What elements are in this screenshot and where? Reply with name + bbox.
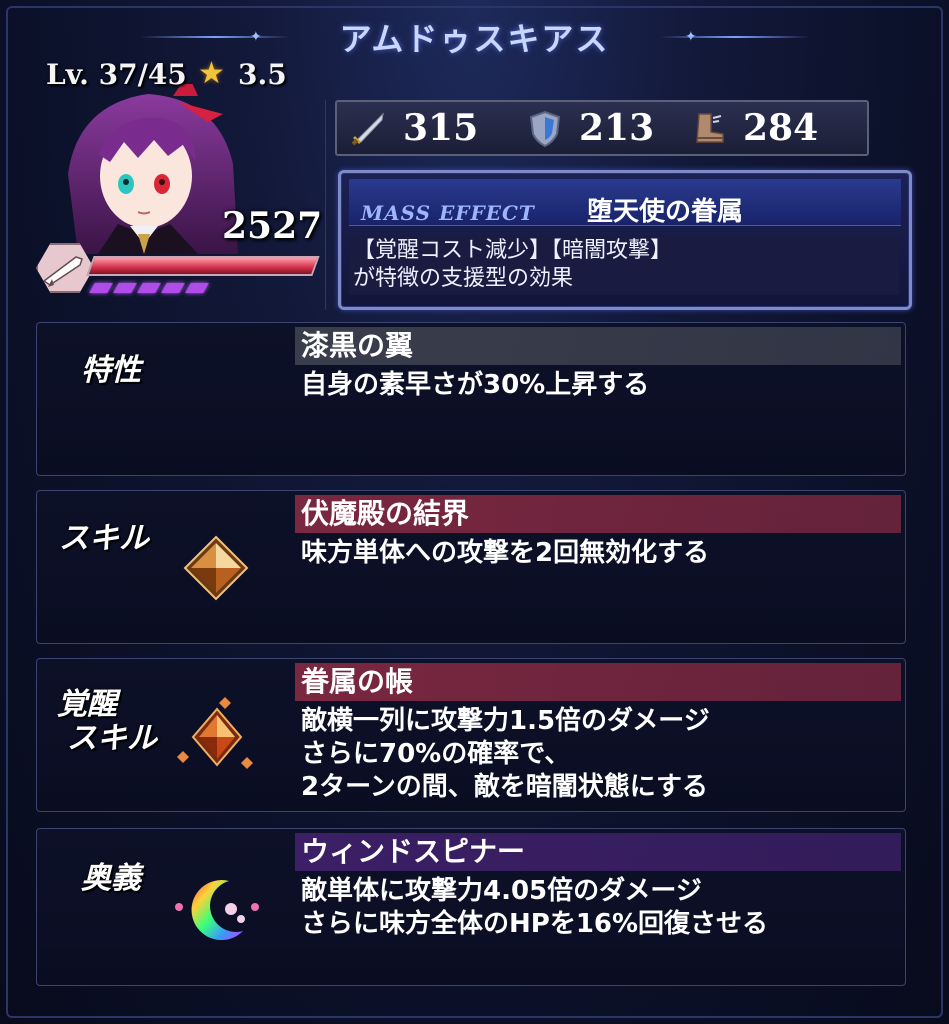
mass-effect-name: 堕天使の眷属 <box>587 197 744 227</box>
shield-icon <box>523 106 567 150</box>
divider <box>325 100 326 310</box>
crescent-moon-icon <box>173 875 263 949</box>
awaken-skill-section: 覚醒 スキル 眷属の帳 敵横一列に攻撃力1.5倍のダメージ さらに70%の確率で… <box>36 658 906 812</box>
trait-title: 漆黒の翼 <box>295 327 901 365</box>
awaken-pips <box>89 283 209 293</box>
ultimate-title: ウィンドスピナー <box>295 833 901 871</box>
skill-description: 味方単体への攻撃を2回無効化する <box>301 538 710 568</box>
attack-stat: 315 <box>347 104 478 152</box>
speed-value: 284 <box>743 107 819 149</box>
awaken-pip <box>137 283 161 293</box>
trait-label: 特性 <box>81 353 141 388</box>
skill-label: スキル <box>59 521 149 556</box>
awaken-pip <box>161 283 185 293</box>
hp-bar-fill <box>89 258 317 274</box>
title-ornament-right <box>660 36 810 38</box>
sword-icon <box>347 106 391 150</box>
defense-value: 213 <box>579 107 655 149</box>
awaken-skill-label-line2: スキル <box>67 721 157 756</box>
trait-section: 特性 漆黒の翼 自身の素早さが30%上昇する <box>36 322 906 476</box>
status-panel: ✦ アムドゥスキアス ✦ Lv. 37/45 ★ 3.5 2527 <box>0 0 949 1024</box>
rarity-value: 3.5 <box>238 58 287 91</box>
awaken-skill-title: 眷属の帳 <box>295 663 901 701</box>
mass-effect-panel: MASS EFFECT 堕天使の眷属 【覚醒コスト減少】【暗闇攻撃】 が特徴の支… <box>338 170 912 310</box>
skill-crystal-icon <box>181 533 251 607</box>
attack-value: 315 <box>403 107 479 149</box>
hp-bar <box>86 256 320 276</box>
mass-effect-tag: MASS EFFECT <box>361 201 535 225</box>
trait-description: 自身の素早さが30%上昇する <box>301 370 650 400</box>
mass-effect-description: 【覚醒コスト減少】【暗闇攻撃】 が特徴の支援型の効果 <box>349 235 899 295</box>
star-icon: ★ <box>198 56 225 91</box>
ultimate-description: 敵単体に攻撃力4.05倍のダメージ さらに味方全体のHPを16%回復させる <box>301 876 769 939</box>
ultimate-label: 奥義 <box>81 861 141 896</box>
defense-stat: 213 <box>523 104 654 152</box>
awaken-skill-description: 敵横一列に攻撃力1.5倍のダメージ さらに70%の確率で、 2ターンの間、敵を暗… <box>301 706 710 802</box>
awaken-pip <box>185 283 209 293</box>
awaken-pip <box>113 283 137 293</box>
level-label: Lv. 37/45 <box>46 58 187 91</box>
skill-title: 伏魔殿の結界 <box>295 495 901 533</box>
power-value: 2527 <box>222 205 323 247</box>
speed-stat: 284 <box>687 104 818 152</box>
boot-icon <box>687 106 731 150</box>
mass-effect-header: MASS EFFECT 堕天使の眷属 <box>349 179 901 227</box>
ultimate-section: 奥義 ウィンドスピナー 敵単体に攻撃力4.05倍のダメージ さらに味方全体のHP… <box>36 828 906 986</box>
stat-bar: 315 213 284 <box>335 100 869 156</box>
awaken-pip <box>89 283 113 293</box>
awaken-crystal-icon <box>175 695 259 783</box>
skill-section: スキル 伏魔殿の結界 味方単体への攻撃を2回無効化する <box>36 490 906 644</box>
